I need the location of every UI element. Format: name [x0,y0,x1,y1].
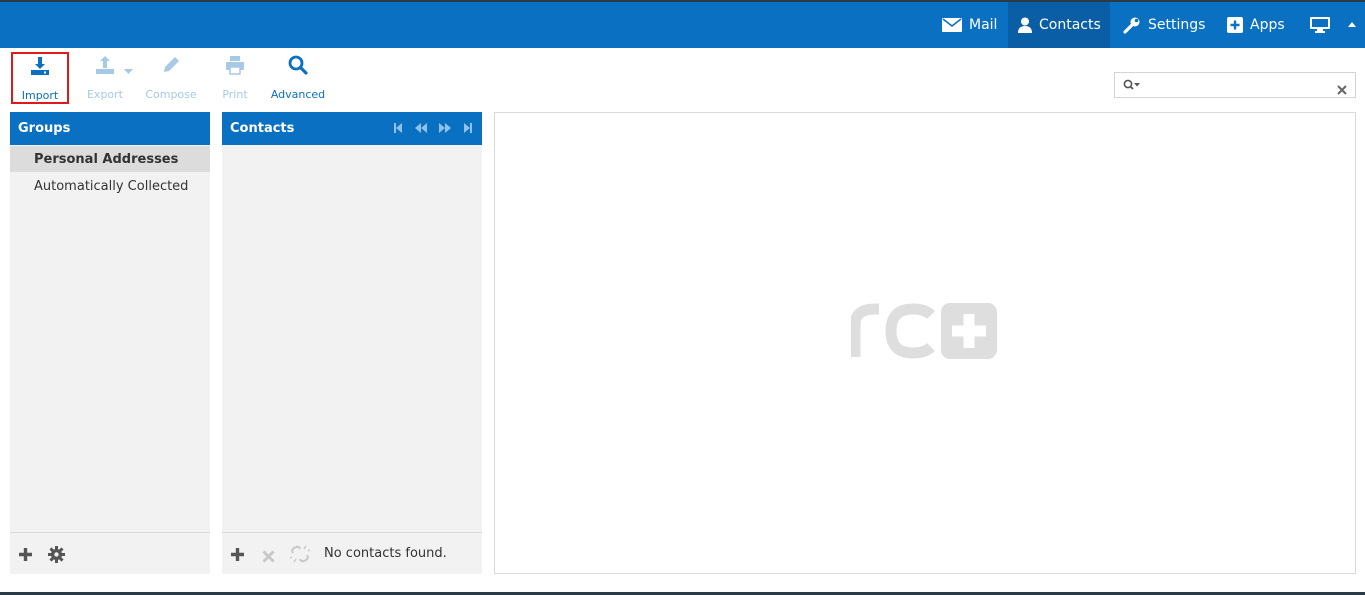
collapse-header[interactable] [1348,2,1356,48]
user-icon [1018,17,1032,33]
pagination [392,122,474,138]
advanced-search-button[interactable]: Advanced [268,52,328,104]
groups-panel: Groups Personal Addresses Automatically … [10,112,210,574]
compose-label: Compose [145,88,197,101]
groups-footer [10,532,210,574]
nav-apps-label: Apps [1250,17,1285,33]
magnifier-icon [288,55,308,78]
contacts-title: Contacts [230,121,295,136]
nav-contacts-label: Contacts [1039,17,1101,33]
nav-contacts[interactable]: Contacts [1008,2,1110,48]
export-button[interactable]: Export [84,52,126,104]
nav-settings[interactable]: Settings [1123,2,1205,48]
caret-up-icon [1348,22,1356,28]
contacts-footer: No contacts found. [222,532,482,574]
caret-down-icon [123,65,133,78]
import-label: Import [21,89,59,102]
envelope-icon [942,18,962,32]
clear-search-icon[interactable] [1337,80,1347,99]
download-icon [30,56,50,79]
nav-mail[interactable]: Mail [942,2,997,48]
contacts-status: No contacts found. [324,546,447,561]
print-button[interactable]: Print [218,52,252,104]
delete-contact-icon[interactable] [262,548,275,567]
contacts-panel: Contacts No contacts found. [222,112,482,574]
group-personal-addresses[interactable]: Personal Addresses [10,146,210,172]
nav-apps[interactable]: Apps [1227,2,1285,48]
export-dropdown[interactable] [122,52,134,104]
upload-icon [95,55,115,78]
export-label: Export [86,88,123,101]
wrench-icon [1123,16,1141,34]
search-options-icon[interactable] [1123,78,1141,97]
roundcube-logo [849,303,999,363]
print-label: Print [222,88,248,101]
next-page-icon[interactable] [438,122,452,138]
contact-preview-pane [494,112,1356,574]
last-page-icon[interactable] [462,122,474,138]
plus-square-icon [1227,17,1243,33]
printer-icon [225,55,245,78]
quick-search [1114,72,1356,98]
unlink-icon[interactable] [289,545,311,567]
group-automatically-collected[interactable]: Automatically Collected [10,173,210,199]
pencil-icon [161,55,181,78]
monitor-icon [1310,17,1330,33]
compose-button[interactable]: Compose [143,52,199,104]
top-navigation-bar: Mail Contacts Settings Apps [0,0,1365,48]
add-contact-icon[interactable] [230,547,245,566]
groups-header: Groups [10,112,210,145]
nav-settings-label: Settings [1148,17,1206,33]
display-settings[interactable] [1310,2,1330,48]
add-group-icon[interactable] [18,547,33,566]
previous-page-icon[interactable] [414,122,428,138]
group-options-gear-icon[interactable] [48,546,65,567]
first-page-icon[interactable] [392,122,404,138]
search-input[interactable] [1147,76,1327,94]
nav-mail-label: Mail [969,17,998,33]
contacts-header: Contacts [222,112,482,145]
import-button[interactable]: Import [11,52,69,104]
advanced-label: Advanced [270,88,326,101]
